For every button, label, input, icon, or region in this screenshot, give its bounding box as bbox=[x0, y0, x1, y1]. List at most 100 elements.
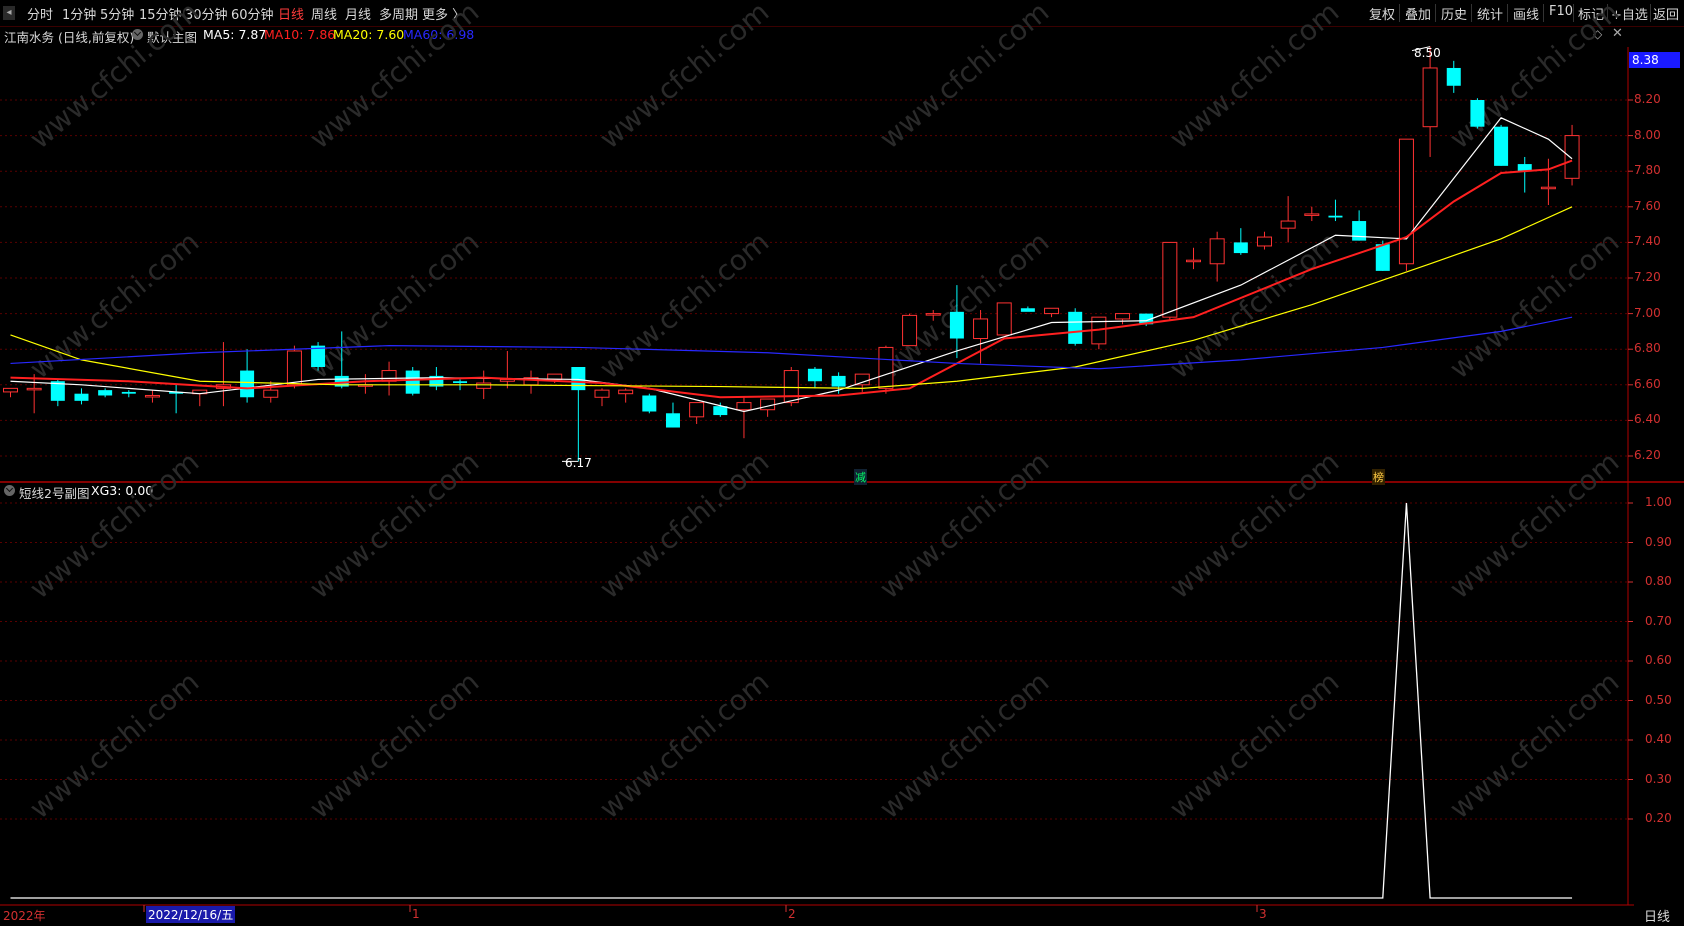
watermark-text: www.cfchi.com bbox=[593, 225, 775, 385]
candle-body-down bbox=[1375, 244, 1390, 271]
candle-body-down bbox=[121, 391, 136, 394]
candle-body-up bbox=[878, 346, 894, 389]
candle-body-down bbox=[642, 395, 657, 412]
high-price-label: 8.50 bbox=[1414, 46, 1441, 60]
candle-body-up bbox=[1115, 313, 1131, 320]
candle-body-up bbox=[263, 389, 279, 398]
watermark-text: www.cfchi.com bbox=[23, 445, 205, 605]
watermark-text: www.cfchi.com bbox=[873, 225, 1055, 385]
watermark-text: www.cfchi.com bbox=[303, 665, 485, 825]
candle-body-down bbox=[1068, 311, 1083, 344]
watermark-text: www.cfchi.com bbox=[873, 0, 1055, 155]
watermark-text: www.cfchi.com bbox=[23, 665, 205, 825]
candle-body-up bbox=[1304, 213, 1320, 216]
kline-chart[interactable]: www.cfchi.com www.cfchi.com www.cfchi.com w… bbox=[0, 0, 1684, 926]
watermark-text: www.cfchi.com bbox=[23, 0, 205, 155]
list-marker: 榜 bbox=[1372, 469, 1385, 485]
candle-body-up bbox=[1422, 67, 1438, 128]
watermark-text: www.cfchi.com bbox=[303, 225, 485, 385]
sub-tick-label: 0.60 bbox=[1645, 653, 1672, 667]
candle-body-up bbox=[618, 389, 634, 395]
candle-body-down bbox=[949, 311, 964, 339]
watermark-text: www.cfchi.com bbox=[1163, 665, 1345, 825]
watermark-text: www.cfchi.com bbox=[1163, 225, 1345, 385]
reduce-marker: 减 bbox=[854, 469, 867, 485]
price-tick-label: 8.20 bbox=[1634, 92, 1661, 106]
candle-body-up bbox=[1044, 307, 1060, 315]
price-tick-label: 6.80 bbox=[1634, 341, 1661, 356]
candle-body-down bbox=[74, 393, 89, 401]
candle-body-up bbox=[26, 387, 42, 391]
candle-body-up bbox=[783, 370, 799, 404]
price-tick-label: 7.40 bbox=[1634, 234, 1661, 249]
price-tick-label: 7.00 bbox=[1634, 305, 1661, 320]
candle-body-down bbox=[1328, 215, 1343, 218]
price-tick-label: 7.80 bbox=[1634, 163, 1661, 178]
candle-body-down bbox=[1352, 221, 1367, 241]
candle-body-up bbox=[1398, 138, 1414, 265]
watermark-text: www.cfchi.com bbox=[873, 445, 1055, 605]
candle-body-up bbox=[1209, 238, 1225, 265]
watermark-text: www.cfchi.com bbox=[593, 665, 775, 825]
price-tick-label: 7.20 bbox=[1634, 270, 1661, 284]
price-tick-label: 7.60 bbox=[1634, 198, 1661, 213]
candle-body-down bbox=[240, 370, 255, 398]
watermark-text: www.cfchi.com bbox=[593, 0, 775, 155]
candle-body-up bbox=[902, 314, 918, 347]
candle-body-up bbox=[3, 387, 18, 393]
candle-body-up bbox=[1280, 220, 1296, 229]
candle-body-down bbox=[1470, 100, 1485, 127]
price-tick-label: 6.40 bbox=[1634, 412, 1661, 427]
candle-body-up bbox=[925, 313, 941, 316]
candle-body-down bbox=[1446, 67, 1461, 86]
watermark-text: www.cfchi.com bbox=[1443, 0, 1625, 155]
watermark-text: www.cfchi.com bbox=[873, 665, 1055, 825]
candle-body-up bbox=[996, 302, 1012, 336]
price-tick-label: 6.20 bbox=[1634, 448, 1661, 462]
current-price-tag: 8.38 bbox=[1629, 52, 1680, 68]
sub-tick-label: 0.20 bbox=[1645, 811, 1672, 825]
candle-body-down bbox=[98, 390, 113, 396]
candle-body-up bbox=[736, 402, 752, 411]
candle-body-down bbox=[1494, 126, 1509, 166]
date-month-1: 1 bbox=[412, 907, 420, 921]
candle-body-up bbox=[1564, 135, 1580, 179]
price-tick-label: 8.00 bbox=[1634, 127, 1661, 142]
candle-body-up bbox=[760, 398, 776, 411]
candle-body-up bbox=[594, 389, 610, 398]
watermark-text: www.cfchi.com bbox=[1443, 665, 1625, 825]
sub-tick-label: 1.00 bbox=[1645, 495, 1672, 509]
sub-tick-label: 0.50 bbox=[1645, 692, 1672, 707]
candle-body-up bbox=[689, 402, 705, 418]
watermark-text: www.cfchi.com bbox=[303, 0, 485, 155]
candle-body-up bbox=[1162, 241, 1178, 318]
candle-body-down bbox=[831, 375, 846, 387]
watermark-text: www.cfchi.com bbox=[1163, 445, 1345, 605]
watermark-text: www.cfchi.com bbox=[1443, 445, 1625, 605]
sub-tick-label: 0.70 bbox=[1645, 613, 1672, 628]
sub-tick-label: 0.40 bbox=[1645, 732, 1672, 746]
sub-tick-label: 0.90 bbox=[1645, 534, 1672, 549]
sub-tick-label: 0.80 bbox=[1645, 574, 1672, 588]
period-indicator-label: 日线 bbox=[1634, 903, 1684, 926]
ma-line-ma10 bbox=[10, 159, 1573, 399]
watermark-text: www.cfchi.com bbox=[1163, 0, 1345, 155]
candle-body-up bbox=[476, 382, 492, 389]
candle-body-down bbox=[807, 368, 822, 382]
candle-body-down bbox=[1233, 242, 1248, 254]
date-month-2: 2 bbox=[788, 907, 796, 921]
candle-body-down bbox=[405, 370, 420, 394]
period-indicator-text: 日线 bbox=[1644, 910, 1671, 925]
ma-line-ma20 bbox=[10, 206, 1573, 389]
watermark-text: www.cfchi.com bbox=[593, 445, 775, 605]
ma-line-ma60 bbox=[10, 316, 1573, 370]
candle-body-up bbox=[973, 318, 989, 340]
candle-body-up bbox=[1540, 186, 1556, 190]
candle-body-down bbox=[665, 413, 680, 428]
price-tick-label: 6.60 bbox=[1634, 376, 1661, 391]
candle-body-up bbox=[1186, 259, 1201, 263]
watermark-text: www.cfchi.com bbox=[303, 445, 485, 605]
date-cursor-label: 2022/12/16/五 bbox=[146, 906, 236, 923]
candle-body-up bbox=[854, 373, 870, 386]
sub-tick-label: 0.30 bbox=[1645, 771, 1672, 786]
